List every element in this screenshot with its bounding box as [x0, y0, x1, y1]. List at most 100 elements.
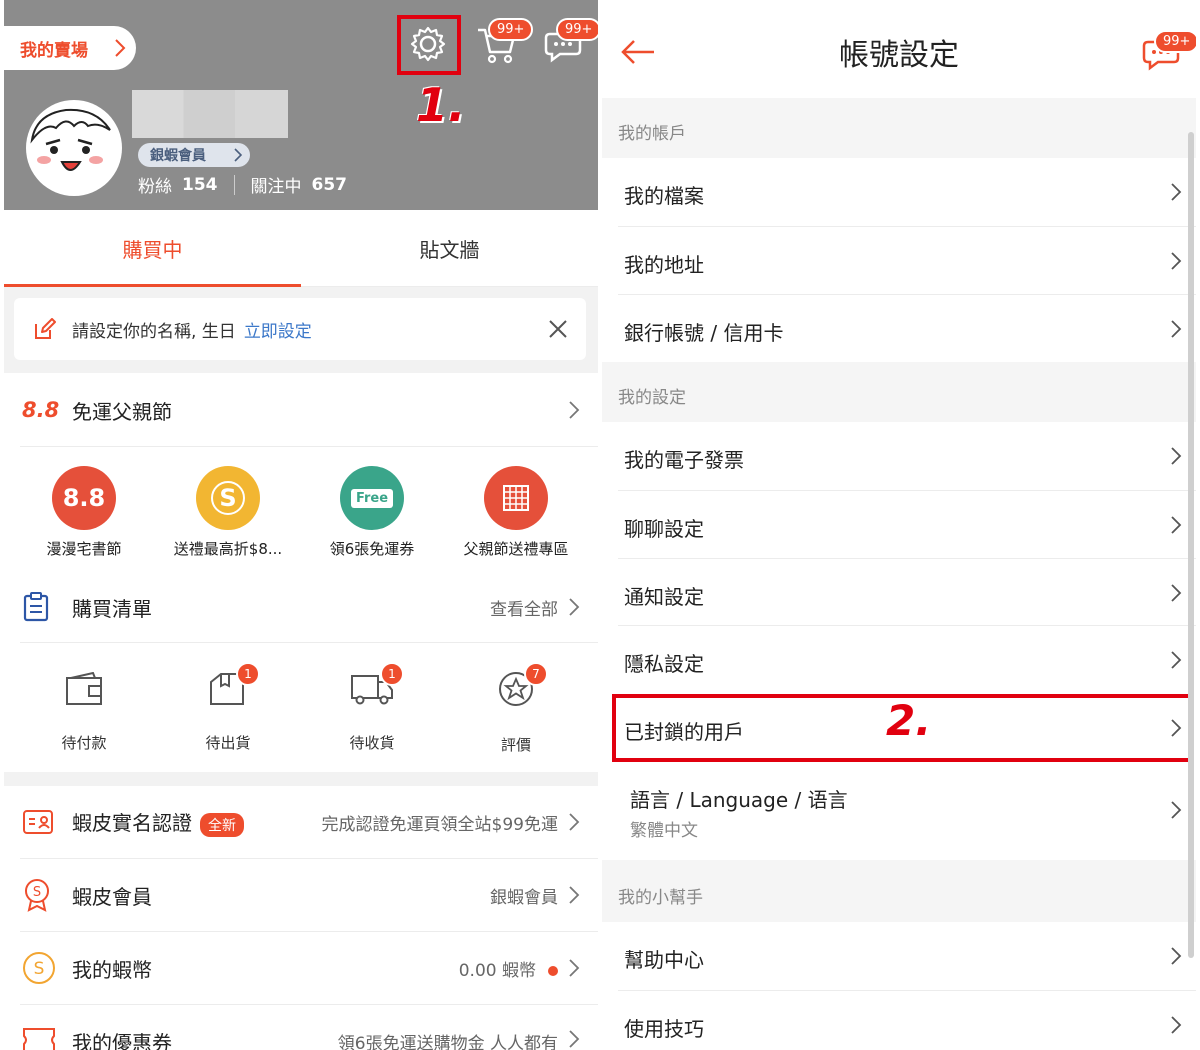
- settings-item-chat[interactable]: 聊聊設定: [602, 491, 1196, 558]
- tab-feed[interactable]: 貼文牆: [301, 210, 598, 286]
- divider: [20, 446, 598, 447]
- edit-icon: [35, 318, 56, 339]
- order-to-rate[interactable]: 評價 7: [442, 662, 590, 755]
- step1-label: 1.: [416, 78, 466, 132]
- order-count-badge: 1: [380, 662, 404, 686]
- promo-label: 領6張免運券: [329, 540, 415, 558]
- settings-item-address[interactable]: 我的地址: [602, 227, 1196, 294]
- order-to-ship[interactable]: 待出貨 1: [154, 662, 302, 753]
- chevron-right-icon: [1171, 183, 1182, 201]
- id-card-icon: [23, 810, 53, 834]
- promo-88-icon: 8.8: [52, 466, 116, 530]
- order-to-pay[interactable]: 待付款: [10, 664, 158, 753]
- promo-free-shipping-vouchers[interactable]: Free 領6張免運券: [298, 466, 446, 559]
- clipboard-icon: [23, 592, 49, 622]
- divider: [20, 642, 598, 643]
- chat-badge: 99+: [556, 18, 598, 41]
- promo-label: 送禮最高折$8...: [173, 540, 283, 558]
- settings-item-tips[interactable]: 使用技巧: [602, 991, 1196, 1050]
- avatar-face-icon: [30, 108, 111, 171]
- chevron-right-icon: [115, 39, 126, 57]
- chevron-right-icon: [1171, 801, 1182, 819]
- id-verification-row[interactable]: 蝦皮實名認證 全新 完成認證免運頁領全站$99免運: [4, 786, 598, 858]
- promo-book-festival[interactable]: 8.8 漫漫宅書節: [10, 466, 158, 559]
- settings-item-language[interactable]: 語言 / Language / 语言 繁體中文: [602, 764, 1196, 860]
- chevron-right-icon: [569, 886, 580, 904]
- settings-item-label: 幫助中心: [624, 948, 704, 972]
- settings-item-e-invoice[interactable]: 我的電子發票: [602, 422, 1196, 490]
- language-value: 繁體中文: [630, 821, 698, 841]
- id-verification-value: 完成認證免運頁領全站$99免運: [321, 814, 558, 835]
- gift-calendar-icon: [484, 466, 548, 530]
- section-label: 我的小幫手: [618, 888, 703, 908]
- chevron-right-icon: [234, 148, 242, 162]
- shopee-member-row[interactable]: S 蝦皮會員 銀蝦會員: [4, 859, 598, 931]
- delivery-truck-icon: Free: [340, 466, 404, 530]
- member-level-label: 銀蝦會員: [150, 148, 206, 164]
- member-level-pill[interactable]: 銀蝦會員: [138, 143, 250, 167]
- shopee-coins-value: 0.00 蝦幣: [459, 956, 558, 981]
- settings-item-label: 我的電子發票: [624, 448, 744, 472]
- section-gap: [4, 772, 598, 786]
- settings-item-label: 我的地址: [624, 253, 704, 277]
- tab-buying[interactable]: 購買中: [4, 210, 301, 287]
- campaign-88-badge: 8.8: [22, 398, 60, 422]
- order-status-label: 待出貨: [205, 734, 251, 752]
- section-my-settings: 我的設定: [602, 362, 1196, 422]
- shopee-coins-label: 我的蝦幣: [72, 957, 152, 982]
- wallet-icon: [66, 671, 102, 705]
- shopee-member-label: 蝦皮會員: [72, 884, 152, 909]
- avatar[interactable]: [26, 100, 122, 196]
- settings-item-privacy[interactable]: 隱私設定: [602, 626, 1196, 692]
- follow-stats: 粉絲 154 關注中 657: [138, 172, 347, 197]
- scrollbar[interactable]: [1188, 132, 1194, 958]
- promo-fathers-day-gifts[interactable]: 父親節送禮專區: [442, 466, 590, 559]
- coin-icon: S: [23, 952, 55, 984]
- my-purchases-row[interactable]: 購買清單 查看全部: [4, 572, 598, 642]
- shopee-coins-row[interactable]: S 我的蝦幣 0.00 蝦幣: [4, 932, 598, 1004]
- my-vouchers-value: 領6張免運送購物金 人人都有: [337, 1034, 558, 1050]
- chevron-right-icon: [569, 1030, 580, 1048]
- promo-gift-discount[interactable]: S 送禮最高折$8...: [154, 466, 302, 559]
- settings-item-notifications[interactable]: 通知設定: [602, 559, 1196, 625]
- chevron-right-icon: [1171, 1016, 1182, 1034]
- chevron-right-icon: [1171, 584, 1182, 602]
- followers-label[interactable]: 粉絲: [138, 172, 172, 197]
- id-verification-text: 蝦皮實名認證: [72, 811, 192, 836]
- close-icon[interactable]: [548, 319, 568, 339]
- me-tabs: 購買中 貼文牆: [4, 210, 598, 287]
- following-label[interactable]: 關注中: [251, 172, 302, 197]
- chevron-right-icon: [1171, 651, 1182, 669]
- my-purchases-label: 購買清單: [72, 596, 152, 621]
- step2-label: 2.: [886, 696, 932, 745]
- promo-88-text: 8.8: [62, 484, 106, 512]
- chevron-right-icon: [569, 401, 580, 419]
- settings-item-bank-card[interactable]: 銀行帳號 / 信用卡: [602, 295, 1196, 362]
- chevron-right-icon: [569, 598, 580, 616]
- order-to-receive[interactable]: 待收貨 1: [298, 662, 446, 753]
- chevron-right-icon: [1171, 516, 1182, 534]
- settings-item-label: 語言 / Language / 语言: [630, 788, 848, 812]
- cart-badge: 99+: [488, 18, 534, 41]
- order-status-label: 評價: [500, 736, 531, 754]
- my-vouchers-row[interactable]: 我的優惠券 領6張免運送購物金 人人都有: [4, 1005, 598, 1050]
- settings-item-label: 聊聊設定: [624, 517, 704, 541]
- medal-icon: S: [25, 879, 49, 912]
- settings-header: 帳號設定 99+: [602, 0, 1196, 99]
- new-badge: 全新: [200, 812, 244, 837]
- followers-count[interactable]: 154: [182, 175, 218, 195]
- promo-label: 漫漫宅書節: [46, 540, 122, 558]
- following-count[interactable]: 657: [312, 175, 348, 195]
- seller-center-label: 我的賣場: [20, 40, 88, 61]
- settings-item-profile[interactable]: 我的檔案: [602, 158, 1196, 226]
- campaign-row[interactable]: 8.8 免運父親節: [4, 374, 598, 446]
- svg-text:S: S: [33, 885, 41, 900]
- seller-center-button[interactable]: 我的賣場: [4, 26, 136, 70]
- chevron-right-icon: [569, 959, 580, 977]
- voucher-icon: [23, 1028, 55, 1050]
- profile-header: 我的賣場 1. 99+ 99+ 銀蝦會員 粉絲 154 關注中 657: [4, 0, 598, 210]
- settings-item-help-center[interactable]: 幫助中心: [602, 922, 1196, 990]
- view-all-link[interactable]: 查看全部: [490, 595, 558, 620]
- chat-badge: 99+: [1154, 30, 1196, 53]
- notice-set-now-link[interactable]: 立即設定: [244, 317, 312, 342]
